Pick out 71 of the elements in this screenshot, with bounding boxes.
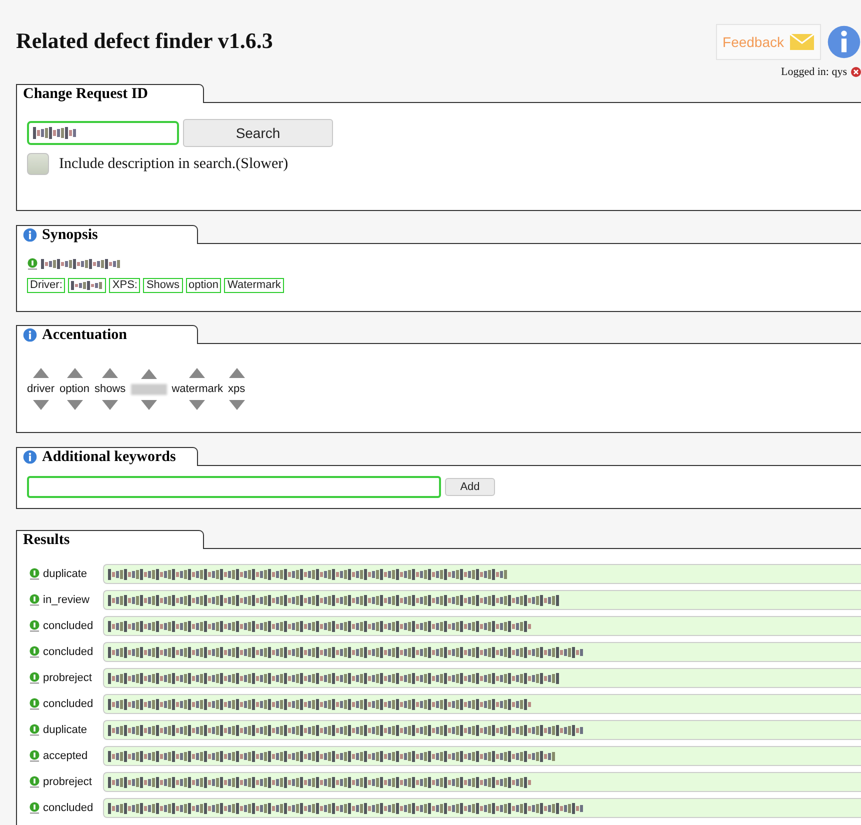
down-arrow-icon[interactable]	[189, 400, 206, 410]
status-icon	[29, 776, 40, 788]
panel-heading: Synopsis	[42, 226, 98, 244]
result-bar[interactable]	[103, 642, 861, 662]
panel-heading: Additional keywords	[42, 448, 176, 466]
obscured-text	[130, 384, 167, 394]
up-arrow-icon[interactable]	[32, 368, 49, 378]
result-bar[interactable]	[103, 746, 861, 766]
up-arrow-icon[interactable]	[102, 368, 118, 378]
status-label: in_review	[43, 594, 90, 606]
down-arrow-icon[interactable]	[228, 400, 245, 410]
status-label: duplicate	[43, 724, 88, 736]
status-label: probreject	[43, 672, 93, 684]
logout-icon[interactable]	[851, 67, 861, 77]
result-bar[interactable]	[103, 564, 861, 584]
down-arrow-icon[interactable]	[32, 400, 49, 410]
checkbox[interactable]	[27, 153, 49, 175]
status-icon	[29, 594, 40, 606]
page-title: Related defect finder v1.6.3	[16, 28, 273, 54]
keyword-tag: option	[186, 278, 222, 293]
result-bar[interactable]	[103, 668, 861, 688]
status-icon	[29, 802, 40, 814]
status-icon	[29, 672, 40, 684]
info-icon[interactable]	[827, 25, 861, 59]
up-arrow-icon[interactable]	[140, 368, 157, 378]
id-field[interactable]	[27, 121, 179, 145]
result-bar[interactable]	[103, 798, 861, 818]
down-arrow-icon[interactable]	[66, 400, 82, 410]
result-bar[interactable]	[103, 616, 861, 636]
status-icon	[29, 620, 40, 632]
keyword: option	[60, 383, 90, 395]
keyword: xps	[228, 383, 246, 395]
status-label: concluded	[43, 646, 94, 658]
obscured-text	[71, 281, 104, 290]
status-label: concluded	[43, 698, 94, 710]
up-arrow-icon[interactable]	[189, 368, 206, 378]
panel-heading: Results	[23, 532, 70, 548]
add-button[interactable]: Add	[445, 478, 495, 496]
keyword-tag: Driver:	[27, 278, 66, 293]
status-icon	[29, 698, 40, 710]
result-bar[interactable]	[103, 694, 861, 714]
keyword: watermark	[172, 383, 224, 395]
up-arrow-icon[interactable]	[228, 368, 245, 378]
panel-heading: Change Request ID	[23, 86, 148, 102]
status-label: accepted	[43, 750, 89, 762]
status-icon	[29, 750, 40, 762]
keyword-tag: Watermark	[224, 278, 284, 293]
keyword: driver	[27, 383, 55, 395]
status-icon	[29, 568, 40, 580]
status-icon	[29, 724, 40, 736]
keyword-tag: Shows	[143, 278, 182, 293]
keyword: shows	[94, 383, 126, 395]
down-arrow-icon[interactable]	[102, 400, 118, 410]
down-arrow-icon[interactable]	[140, 400, 157, 410]
envelope-icon	[790, 34, 814, 50]
keyword-tag: XPS:	[109, 278, 140, 293]
panel-heading: Accentuation	[42, 326, 127, 344]
result-bar[interactable]	[103, 720, 861, 740]
status-icon	[27, 258, 38, 270]
result-bar[interactable]	[103, 772, 861, 792]
checkbox-label: Include description in search.(Slower)	[59, 156, 288, 172]
status-label: concluded	[43, 620, 94, 632]
keyword-field[interactable]	[27, 476, 441, 498]
status-label: concluded	[43, 802, 94, 814]
up-arrow-icon[interactable]	[66, 368, 82, 378]
login-status: Logged in: qys	[781, 66, 847, 78]
result-bar[interactable]	[103, 590, 861, 610]
status-label: duplicate	[43, 568, 88, 580]
status-icon	[29, 646, 40, 658]
search-button[interactable]: Search	[183, 119, 333, 147]
status-label: probreject	[43, 776, 93, 788]
